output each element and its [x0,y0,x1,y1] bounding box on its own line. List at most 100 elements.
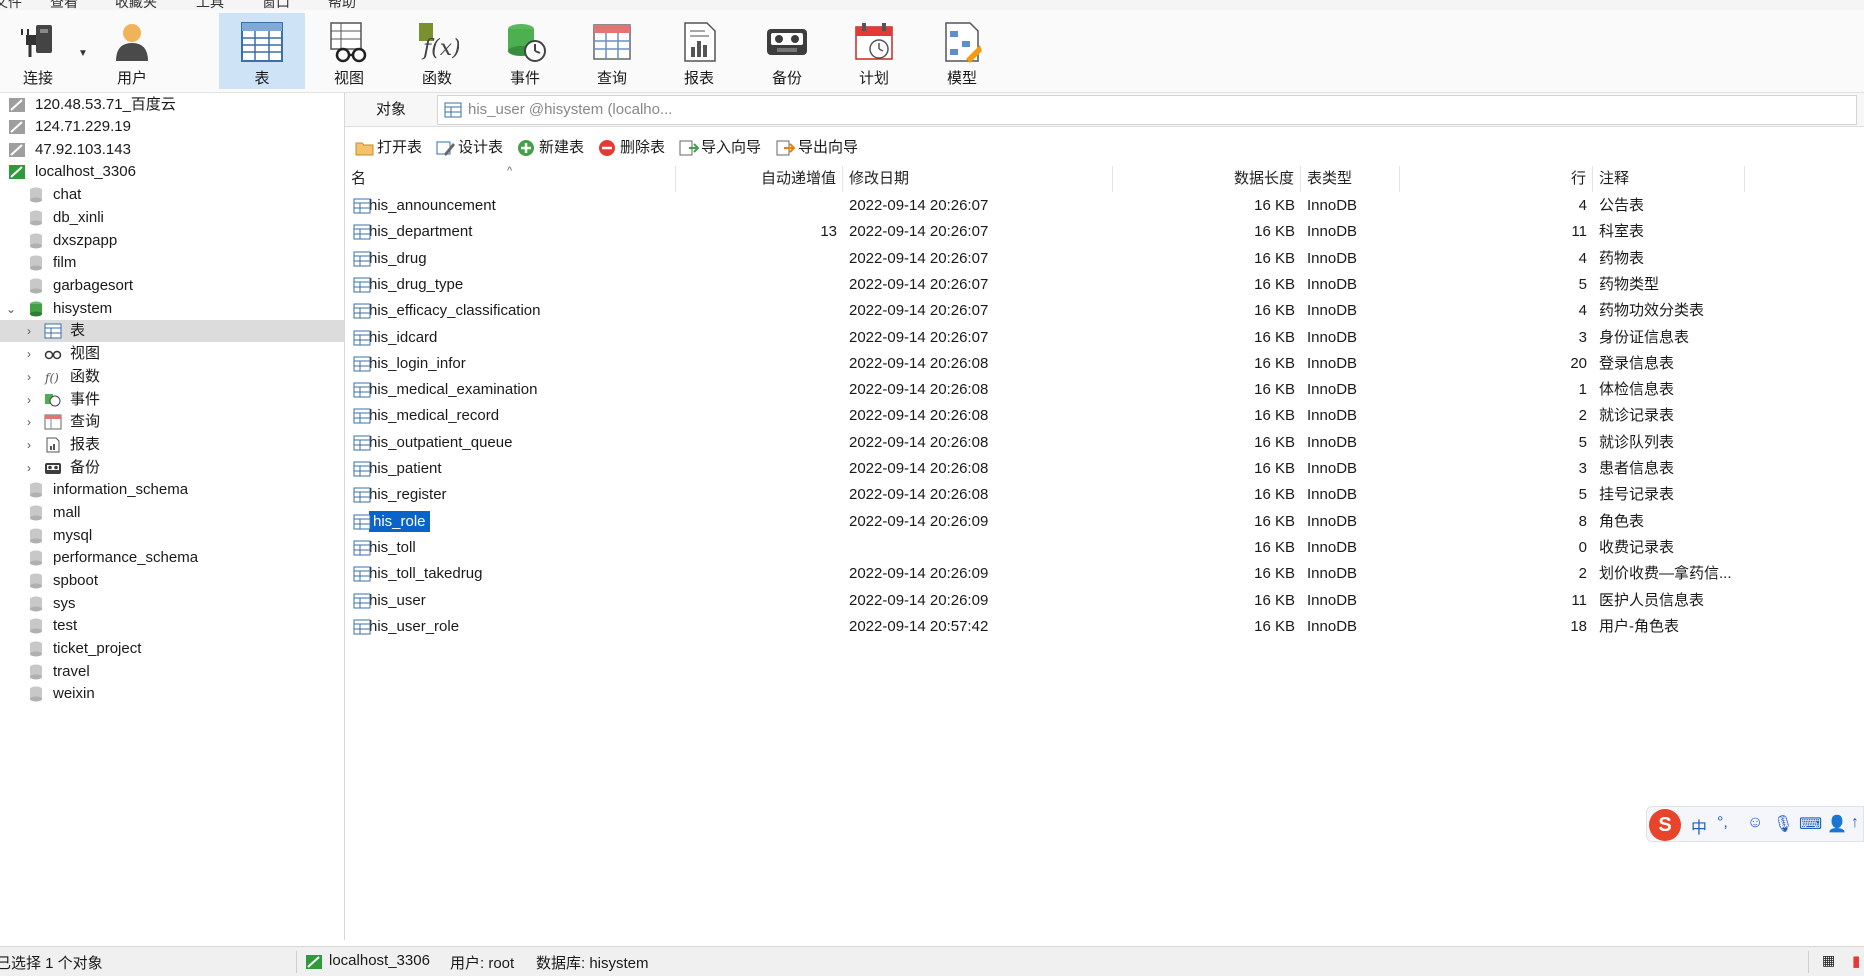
table-name[interactable]: his_toll_takedrug [369,565,482,582]
tree-connection-item[interactable]: localhost_3306 [0,161,344,183]
table-row[interactable]: his_medical_examination 2022-09-14 20:26:… [345,377,1864,403]
grid-view-icon[interactable]: ▦ [1822,952,1835,969]
table-row[interactable]: his_patient 2022-09-14 20:26:08 16 KB InnoD… [345,456,1864,482]
table-row[interactable]: his_department 13 2022-09-14 20:26:07 16 KB… [345,219,1864,245]
table-name[interactable]: his_drug_type [369,276,463,293]
toolbar-function-button[interactable]: f(x) 函数 [397,13,477,89]
tree-database-item[interactable]: mysql [0,525,344,547]
tab-objects[interactable]: 对象 [357,93,425,127]
toolbar-query-button[interactable]: 查询 [572,13,652,89]
table-row[interactable]: his_drug_type 2022-09-14 20:26:07 16 KB Inn… [345,272,1864,298]
table-row[interactable]: his_login_infor 2022-09-14 20:26:08 16 KB I… [345,351,1864,377]
tree-database-item[interactable]: test [0,615,344,637]
column-header-rows[interactable]: 行 [1400,166,1593,192]
tree-tables-node[interactable]: › 表 [0,320,344,342]
ime-punctuation[interactable]: °, [1717,814,1728,832]
tree-queries-node[interactable]: › 查询 [0,411,344,433]
tree-database-item[interactable]: travel [0,661,344,683]
menu-view[interactable]: 查看 [50,0,78,10]
menu-window[interactable]: 窗口 [262,0,290,10]
tab-his-user[interactable]: his_user @hisystem (localho... [437,95,1857,125]
toolbar-user-button[interactable]: 用户 [92,13,172,89]
tree-connection-item[interactable]: 47.92.103.143 [0,139,344,161]
table-row[interactable]: his_toll 16 KB InnoDB 0 收费记录表 [345,535,1864,561]
tree-database-item[interactable]: ticket_project [0,638,344,660]
column-header-modified-date[interactable]: 修改日期 [843,166,1113,192]
ime-toolbar[interactable]: S 中 °, ☺ 🎙 ⌨ 👤 ↑ [1646,806,1864,842]
table-row[interactable]: his_medical_record 2022-09-14 20:26:08 16 … [345,403,1864,429]
tree-database-item[interactable]: information_schema [0,479,344,501]
notification-icon[interactable]: ▮ [1852,952,1860,970]
design-table-button[interactable]: 设计表 [436,137,503,159]
tree-events-node[interactable]: › 事件 [0,389,344,411]
ime-logo[interactable]: S [1649,809,1681,841]
tree-database-item[interactable]: weixin [0,683,344,705]
table-row[interactable]: his_user_role 2022-09-14 20:57:42 16 KB Inn… [345,614,1864,640]
table-name[interactable]: his_register [369,486,447,503]
column-header-data-length[interactable]: 数据长度 [1113,166,1301,192]
tree-database-item[interactable]: sys [0,593,344,615]
column-header-auto-increment[interactable]: 自动递增值 [676,166,843,192]
keyboard-icon[interactable]: ⌨ [1799,814,1822,834]
tree-connection-item[interactable]: 124.71.229.19 [0,116,344,138]
menu-help[interactable]: 帮助 [328,0,356,10]
chevron-right-icon[interactable]: › [23,411,35,433]
export-wizard-button[interactable]: 导出向导 [776,137,858,159]
user-icon[interactable]: 👤 [1827,814,1847,834]
table-row[interactable]: his_announcement 2022-09-14 20:26:07 16 KB… [345,193,1864,219]
tree-database-item[interactable]: db_xinli [0,207,344,229]
tree-connection-item[interactable]: 120.48.53.71_百度云 [0,94,344,116]
table-name[interactable]: his_medical_examination [369,381,537,398]
table-row[interactable]: his_idcard 2022-09-14 20:26:07 16 KB InnoDB… [345,325,1864,351]
table-row[interactable]: his_toll_takedrug 2022-09-14 20:26:09 16 K… [345,561,1864,587]
table-name[interactable]: his_announcement [369,197,496,214]
chevron-down-icon[interactable]: ▼ [78,48,88,59]
table-name[interactable]: his_user_role [369,618,459,635]
table-name[interactable]: his_toll [369,539,416,556]
ime-mode[interactable]: 中 [1691,814,1707,838]
toolbar-report-button[interactable]: 报表 [659,13,739,89]
chevron-right-icon[interactable]: › [23,434,35,456]
table-name[interactable]: his_efficacy_classification [369,302,540,319]
column-header-name[interactable]: 名 ^ [345,165,676,192]
chevron-right-icon[interactable]: › [23,457,35,479]
toolbar-view-button[interactable]: 视图 [309,13,389,89]
toolbar-model-button[interactable]: 模型 [922,13,1002,89]
tree-views-node[interactable]: › 视图 [0,343,344,365]
tree-reports-node[interactable]: › 报表 [0,434,344,456]
table-name[interactable]: his_drug [369,250,427,267]
tree-backups-node[interactable]: › 备份 [0,457,344,479]
table-name[interactable]: his_patient [369,460,442,477]
menu-tools[interactable]: 工具 [196,0,224,10]
tree-database-item-hisystem[interactable]: ⌄ hisystem [0,298,344,320]
column-header-comment[interactable]: 注释 [1593,166,1745,192]
tree-database-item[interactable]: mall [0,502,344,524]
tree-database-item[interactable]: spboot [0,570,344,592]
tree-functions-node[interactable]: › f() 函数 [0,366,344,388]
open-table-button[interactable]: 打开表 [355,137,422,159]
table-row[interactable]: his_register 2022-09-14 20:26:08 16 KB Inno… [345,482,1864,508]
table-row[interactable]: his_efficacy_classification 2022-09-14 20… [345,298,1864,324]
chevron-right-icon[interactable]: › [23,366,35,388]
table-name[interactable]: his_outpatient_queue [369,434,512,451]
new-table-button[interactable]: 新建表 [517,137,584,159]
chevron-down-icon[interactable]: ⌄ [5,298,17,320]
delete-table-button[interactable]: 删除表 [598,137,665,159]
chevron-right-icon[interactable]: › [23,343,35,365]
tree-database-item[interactable]: chat [0,184,344,206]
tree-database-item[interactable]: film [0,252,344,274]
table-name[interactable]: his_department [369,223,472,240]
tree-database-item[interactable]: garbagesort [0,275,344,297]
emoji-icon[interactable]: ☺ [1747,814,1763,832]
table-name[interactable]: his_idcard [369,329,437,346]
table-row[interactable]: his_role 2022-09-14 20:26:09 16 KB InnoDB 8 角… [345,509,1864,535]
toolbar-backup-button[interactable]: 备份 [747,13,827,89]
menu-favorites[interactable]: 收藏夹 [115,0,157,10]
table-name[interactable]: his_role [369,510,430,532]
toolbar-schedule-button[interactable]: 计划 [834,13,914,89]
import-wizard-button[interactable]: 导入向导 [679,137,761,159]
toolbar-event-button[interactable]: 事件 [485,13,565,89]
table-name[interactable]: his_login_infor [369,355,466,372]
upload-icon[interactable]: ↑ [1851,814,1859,832]
tree-database-item[interactable]: performance_schema [0,547,344,569]
